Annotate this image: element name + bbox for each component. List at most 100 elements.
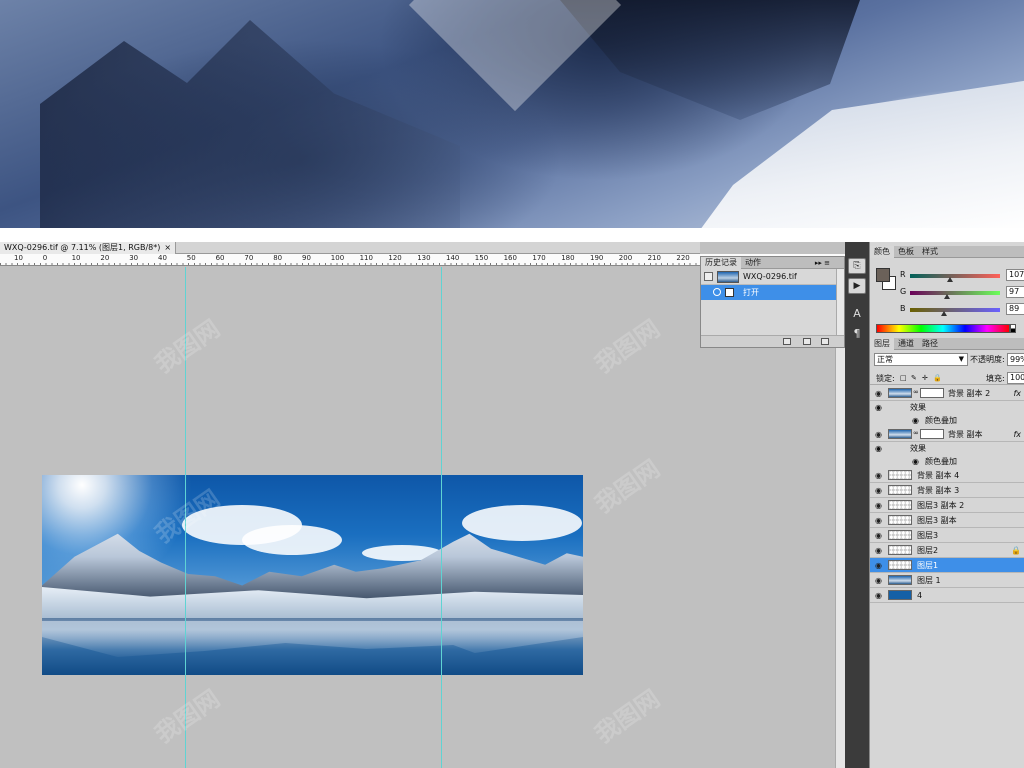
layer-row[interactable]: ◉ 4 [870, 588, 1024, 603]
eye-icon[interactable]: ◉ [875, 591, 882, 600]
eye-icon[interactable]: ◉ [875, 546, 882, 555]
blue-gradient-bar[interactable] [910, 308, 1000, 312]
eye-icon[interactable]: ◉ [875, 486, 882, 495]
effect-label: 颜色叠加 [925, 416, 957, 425]
green-value-field[interactable]: 97 [1006, 286, 1024, 298]
eye-icon[interactable]: ◉ [875, 531, 882, 540]
eye-icon[interactable]: ◉ [912, 416, 919, 425]
blend-mode-select[interactable]: 正常 ▼ [874, 353, 968, 366]
fill-field[interactable]: 100% [1007, 372, 1024, 384]
tab-history[interactable]: 历史记录 [701, 257, 741, 269]
layer-row[interactable]: ◉ 图层 1 [870, 573, 1024, 588]
eye-icon[interactable]: ◉ [875, 516, 882, 525]
slider-knob[interactable] [944, 294, 950, 299]
history-brush-source-icon[interactable] [713, 288, 721, 296]
blend-mode-value: 正常 [877, 355, 893, 364]
slider-knob[interactable] [947, 277, 953, 282]
layer-row[interactable]: ◉ 图层3 [870, 528, 1024, 543]
foreground-color-swatch[interactable] [876, 268, 890, 282]
document-canvas-image[interactable] [42, 475, 583, 675]
vertical-guide[interactable] [185, 475, 186, 675]
eye-icon[interactable]: ◉ [875, 471, 882, 480]
history-panel-icon[interactable]: ⎘ [848, 258, 866, 274]
ruler-tick-label: 20 [100, 254, 110, 262]
layer-mask-thumbnail[interactable] [920, 388, 944, 398]
eye-icon[interactable]: ◉ [875, 501, 882, 510]
history-snapshot[interactable]: WXQ-0296.tif [701, 269, 844, 285]
slider-knob[interactable] [941, 311, 947, 316]
ruler-tick-label: 190 [590, 254, 604, 262]
blue-slider[interactable]: B 89 [900, 303, 1024, 316]
history-scrollbar[interactable] [836, 269, 844, 336]
red-gradient-bar[interactable] [910, 274, 1000, 278]
blue-value-field[interactable]: 89 [1006, 303, 1024, 315]
lock-position-icon[interactable]: ✛ [922, 374, 928, 382]
eye-icon[interactable]: ◉ [875, 444, 882, 453]
ruler-tick-label: 10 [71, 254, 81, 262]
tab-layers[interactable]: 图层 [870, 338, 894, 350]
close-icon[interactable]: × [164, 243, 171, 252]
layer-row[interactable]: ◉ ∞ 背景 副本 fx [870, 427, 1024, 442]
red-value-field[interactable]: 107 [1006, 269, 1024, 281]
lock-transparency-icon[interactable]: □ [900, 374, 907, 382]
layer-name: 图层1 [917, 561, 939, 570]
layers-panel: 图层通道路径 正常 ▼ 不透明度: 99% 锁定: □ ✎ ✛ 🔒 填充: 10… [870, 338, 1024, 768]
mountain-ridge-left [40, 20, 460, 228]
history-brush-source-icon[interactable] [704, 272, 713, 281]
panel-menu-icon[interactable]: ▸▸ ≡ [815, 257, 830, 269]
tab-actions[interactable]: 动作 [741, 257, 765, 269]
effects-row[interactable]: ◉ 效果 [870, 442, 1024, 455]
layer-row-selected[interactable]: ◉ 图层1 [870, 558, 1024, 573]
lock-all-icon[interactable]: 🔒 [933, 374, 942, 382]
eye-icon[interactable]: ◉ [875, 430, 882, 439]
eye-icon[interactable]: ◉ [875, 389, 882, 398]
opacity-field[interactable]: 99% [1007, 353, 1024, 366]
layer-row[interactable]: ◉ ∞ 背景 副本 2 fx [870, 386, 1024, 401]
black-white-swatch[interactable] [1010, 324, 1016, 333]
color-spectrum-bar[interactable] [876, 324, 1010, 333]
layer-mask-thumbnail[interactable] [920, 429, 944, 439]
chevron-down-icon: ▼ [958, 355, 964, 363]
new-document-from-state-icon[interactable] [783, 338, 791, 345]
eye-icon[interactable]: ◉ [912, 457, 919, 466]
effects-row[interactable]: ◉ 效果 [870, 401, 1024, 414]
actions-panel-icon[interactable]: ▶ [848, 278, 866, 294]
eye-icon[interactable]: ◉ [875, 561, 882, 570]
color-panel-tabs: 颜色 色板 样式 [870, 246, 1024, 258]
tab-color[interactable]: 颜色 [870, 246, 894, 258]
ruler-tick-label: 100 [330, 254, 345, 262]
chain-link-icon[interactable]: ∞ [913, 429, 919, 437]
paragraph-panel-icon[interactable]: ¶ [848, 326, 866, 342]
vertical-guide[interactable] [441, 475, 442, 675]
lock-label: 锁定: [876, 374, 895, 383]
eye-icon[interactable]: ◉ [875, 576, 882, 585]
fx-icon[interactable]: fx [1013, 427, 1021, 442]
ruler-tick-label: 200 [618, 254, 633, 262]
character-panel-icon[interactable]: A [848, 306, 866, 322]
chain-link-icon[interactable]: ∞ [913, 388, 919, 396]
effect-row[interactable]: ◉ 颜色叠加 [870, 455, 1024, 468]
tab-channels[interactable]: 通道 [894, 338, 918, 350]
new-snapshot-icon[interactable] [803, 338, 811, 345]
eye-icon[interactable]: ◉ [875, 403, 882, 412]
fx-icon[interactable]: fx [1013, 386, 1021, 401]
layer-row[interactable]: ◉ 背景 副本 3 [870, 483, 1024, 498]
layer-row[interactable]: ◉ 背景 副本 4 [870, 468, 1024, 483]
red-slider[interactable]: R 107 [900, 269, 1024, 282]
tab-swatches[interactable]: 色板 [894, 246, 918, 258]
trash-icon[interactable] [821, 338, 829, 345]
history-state-open[interactable]: 打开 [701, 285, 844, 300]
layer-thumbnail [888, 530, 912, 540]
layer-row[interactable]: ◉ 图层2 🔒 [870, 543, 1024, 558]
document-tab[interactable]: WXQ-0296.tif @ 7.11% (图层1, RGB/8*) × [0, 242, 177, 254]
layer-row[interactable]: ◉ 图层3 副本 [870, 513, 1024, 528]
lock-image-icon[interactable]: ✎ [911, 374, 917, 382]
watermark: 我图网 [589, 314, 665, 379]
tab-styles[interactable]: 样式 [918, 246, 942, 258]
effect-row[interactable]: ◉ 颜色叠加 [870, 414, 1024, 427]
green-gradient-bar[interactable] [910, 291, 1000, 295]
red-label: R [900, 270, 906, 279]
layer-row[interactable]: ◉ 图层3 副本 2 [870, 498, 1024, 513]
tab-paths[interactable]: 路径 [918, 338, 942, 350]
green-slider[interactable]: G 97 [900, 286, 1024, 299]
